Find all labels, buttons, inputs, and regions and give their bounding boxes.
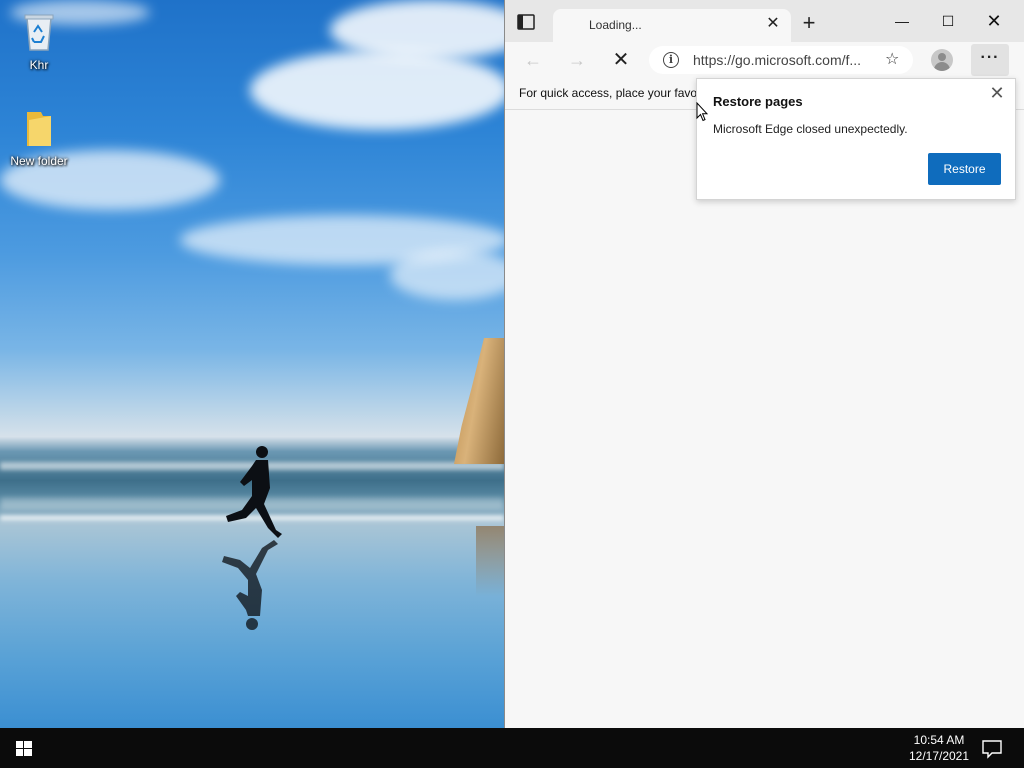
stop-loading-button[interactable]: ✕ bbox=[607, 48, 635, 72]
forward-button[interactable]: → bbox=[563, 48, 591, 72]
settings-more-button[interactable]: ··· bbox=[971, 44, 1009, 76]
notification-center-icon[interactable] bbox=[980, 728, 1004, 768]
navigation-toolbar: ← → ✕ i https://go.microsoft.com/f... ☆ … bbox=[505, 42, 1024, 78]
tab-loading[interactable]: Loading... ✕ bbox=[553, 9, 791, 42]
tab-actions-icon[interactable] bbox=[517, 14, 535, 30]
page-content bbox=[505, 111, 1024, 728]
desktop-icon-new-folder[interactable]: New folder bbox=[2, 110, 76, 168]
cliff-reflection bbox=[476, 526, 504, 596]
info-icon[interactable]: i bbox=[663, 52, 679, 68]
back-button[interactable]: ← bbox=[519, 48, 547, 72]
close-window-button[interactable]: ✕ bbox=[971, 0, 1017, 42]
add-favorite-icon[interactable]: ☆ bbox=[885, 51, 903, 69]
avatar-head bbox=[938, 53, 946, 61]
system-clock[interactable]: 10:54 AM 12/17/2021 bbox=[896, 732, 982, 764]
tab-strip: Loading... ✕ + — ☐ ✕ bbox=[505, 0, 1024, 42]
folder-icon bbox=[27, 112, 51, 146]
desktop-icon-recycle-bin[interactable]: Khr bbox=[2, 10, 76, 72]
desktop-wallpaper: Khr New folder bbox=[0, 0, 504, 728]
desktop-icon-label: Khr bbox=[29, 58, 49, 72]
avatar-body bbox=[934, 62, 950, 71]
popup-message: Microsoft Edge closed unexpectedly. bbox=[713, 122, 908, 136]
tab-close-icon[interactable]: ✕ bbox=[765, 16, 781, 32]
runner-silhouette bbox=[222, 446, 282, 630]
favorites-bar-hint: For quick access, place your favorites h… bbox=[519, 86, 697, 100]
tab-title: Loading... bbox=[589, 18, 642, 32]
url-text[interactable]: https://go.microsoft.com/f... bbox=[693, 52, 861, 68]
recycle-bin-icon bbox=[24, 14, 54, 51]
cloud bbox=[390, 250, 504, 300]
new-tab-button[interactable]: + bbox=[799, 12, 819, 34]
restore-pages-popup: Restore pages Microsoft Edge closed unex… bbox=[696, 78, 1016, 200]
maximize-button[interactable]: ☐ bbox=[925, 0, 971, 42]
address-bar[interactable]: i https://go.microsoft.com/f... ☆ bbox=[649, 46, 913, 74]
taskbar: 10:54 AM 12/17/2021 bbox=[0, 728, 1024, 768]
minimize-button[interactable]: — bbox=[879, 0, 925, 42]
clock-date: 12/17/2021 bbox=[908, 749, 970, 763]
cloud bbox=[250, 50, 504, 130]
windows-start-icon[interactable] bbox=[0, 728, 48, 768]
restore-button[interactable]: Restore bbox=[928, 153, 1001, 185]
mouse-cursor-icon bbox=[696, 102, 708, 122]
cliff bbox=[454, 338, 504, 464]
popup-title: Restore pages bbox=[713, 94, 803, 109]
clock-time: 10:54 AM bbox=[913, 733, 965, 747]
desktop-icon-label: New folder bbox=[10, 154, 68, 168]
profile-avatar-button[interactable] bbox=[931, 49, 953, 71]
popup-close-icon[interactable]: ✕ bbox=[987, 83, 1007, 103]
